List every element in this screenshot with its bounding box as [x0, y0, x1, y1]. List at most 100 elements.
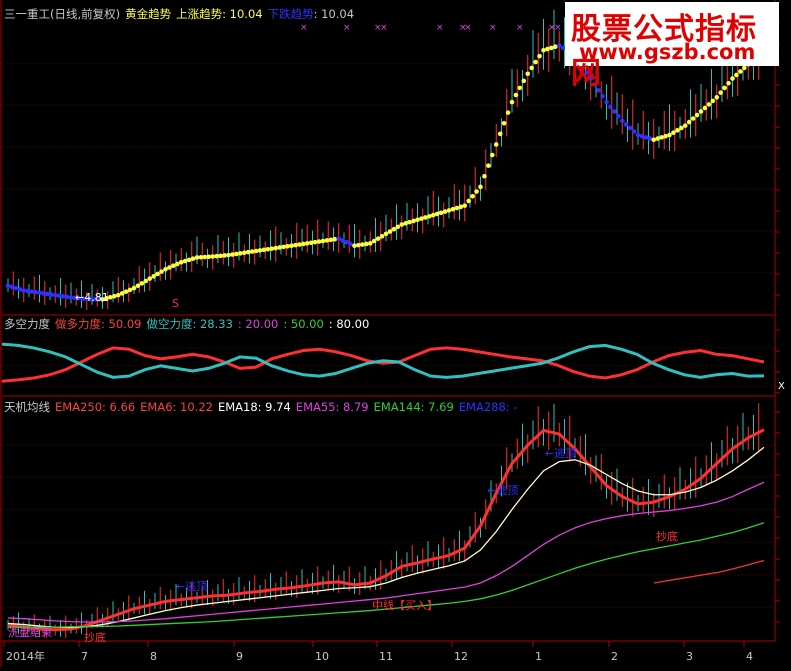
- top-marker: ×: [436, 23, 444, 33]
- trend-point: [545, 46, 550, 52]
- trend-point: [210, 254, 216, 259]
- trend-point: [462, 203, 468, 208]
- trend-point: [186, 257, 192, 263]
- ema55-label: EMA55: 8.79: [295, 400, 369, 414]
- trend-point: [509, 99, 515, 105]
- trend-point: [434, 211, 440, 217]
- trend-point: [419, 216, 424, 221]
- top-marker: ×: [464, 23, 472, 33]
- trend-point: [68, 295, 74, 300]
- trend-point: [482, 173, 487, 179]
- trend-point: [202, 254, 208, 260]
- trend-point: [682, 123, 688, 128]
- trend-point: [675, 128, 680, 133]
- trend-point: [143, 278, 149, 284]
- trend-point: [513, 92, 519, 98]
- x-tick-label: 2: [611, 650, 618, 663]
- trend-point: [60, 294, 66, 299]
- trend-point: [686, 119, 692, 125]
- trend-point: [324, 238, 330, 243]
- midline-buy-annotation: 中线【买入】: [372, 598, 438, 612]
- trend-point: [493, 142, 499, 147]
- x-tick-label: 7: [81, 650, 88, 663]
- trend-point: [139, 281, 145, 286]
- trend-point: [608, 104, 613, 110]
- trend-point: [29, 289, 34, 294]
- trend-point: [690, 116, 696, 121]
- trend-point: [537, 53, 542, 59]
- trend-point: [466, 198, 471, 204]
- trend-point: [49, 292, 54, 297]
- trend-point: [470, 193, 475, 199]
- top-marker: ×: [554, 23, 562, 33]
- trend-point: [430, 212, 436, 218]
- trend-point: [265, 246, 271, 252]
- trend-point: [285, 243, 290, 249]
- trend-point: [474, 189, 479, 194]
- trend-point: [222, 253, 227, 258]
- washout-annotation: 洗盘结束: [8, 625, 52, 639]
- trend-point: [438, 210, 444, 216]
- trend-point: [407, 219, 412, 225]
- osc-80: : 80.00: [328, 317, 370, 331]
- osc-20: : 20.00: [237, 317, 279, 331]
- osc-short-label: 做空力度: 28.33: [146, 317, 233, 331]
- trend-point: [706, 102, 712, 107]
- ema250-label: EMA250: 6.66: [55, 400, 136, 414]
- osc-header: 多空力度 做多力度: 50.09 做空力度: 28.33: 20.00: 50.00…: [4, 316, 374, 332]
- trend-point: [553, 44, 558, 50]
- trend-point: [64, 294, 70, 300]
- trend-point: [155, 271, 160, 277]
- x-tick-label: 1: [535, 650, 542, 663]
- stock-title: 三一重工(日线,前复权): [4, 7, 121, 21]
- trend-point: [297, 242, 302, 247]
- trend-point: [458, 204, 464, 210]
- trend-point: [623, 122, 629, 127]
- chart-stage: × × × × × × × × × × × ←4.81 S X ←逃顶 ←逃顶 ←逃顶 抄底 抄底 洗盘结束 中线【买入…: [0, 0, 791, 667]
- gold-trend-label: 黄金趋势: [125, 7, 172, 21]
- trend-point: [151, 274, 156, 279]
- trend-point: [119, 291, 125, 296]
- trend-point: [714, 95, 720, 100]
- up-trend-value: 上涨趋势: 10.04: [176, 7, 263, 21]
- trend-point: [253, 248, 259, 254]
- trend-point: [631, 129, 637, 134]
- trend-point: [37, 290, 42, 296]
- trend-point: [21, 288, 27, 293]
- x-tick-label: 2014年: [6, 649, 45, 663]
- escape-top-annotation: ←逃顶: [176, 580, 207, 593]
- trend-point: [446, 208, 452, 213]
- trend-point: [627, 125, 633, 131]
- trend-point: [647, 136, 653, 141]
- trend-point: [261, 247, 267, 253]
- trend-point: [198, 254, 204, 260]
- trend-point: [356, 242, 361, 248]
- trend-point: [371, 238, 377, 244]
- x-tick-label: 12: [454, 650, 468, 663]
- trend-point: [304, 241, 310, 246]
- trend-point: [226, 252, 231, 258]
- low-price-annotation: ←4.81: [75, 291, 109, 304]
- trend-point: [281, 244, 286, 250]
- top-marker: ×: [489, 23, 497, 33]
- trend-point: [679, 125, 684, 131]
- ema-header: 天机均线 EMA250: 6.66 EMA6: 10.22 EMA18: 9.74 EM…: [4, 399, 522, 415]
- top-marker: ×: [343, 23, 351, 33]
- osc-title: 多空力度: [4, 317, 50, 331]
- trend-point: [159, 269, 164, 274]
- trend-point: [269, 246, 275, 251]
- trend-point: [277, 245, 282, 250]
- trend-point: [352, 243, 357, 249]
- trend-point: [663, 133, 668, 139]
- trend-point: [336, 236, 342, 241]
- trend-point: [600, 93, 605, 99]
- trend-point: [612, 109, 617, 114]
- trend-point: [423, 215, 428, 220]
- trend-point: [273, 245, 279, 251]
- trend-point: [395, 224, 401, 230]
- trend-point: [505, 110, 511, 115]
- trend-point: [360, 242, 365, 247]
- trend-point: [194, 255, 200, 260]
- trend-point: [521, 78, 527, 84]
- x-tick-label: 3: [686, 650, 693, 663]
